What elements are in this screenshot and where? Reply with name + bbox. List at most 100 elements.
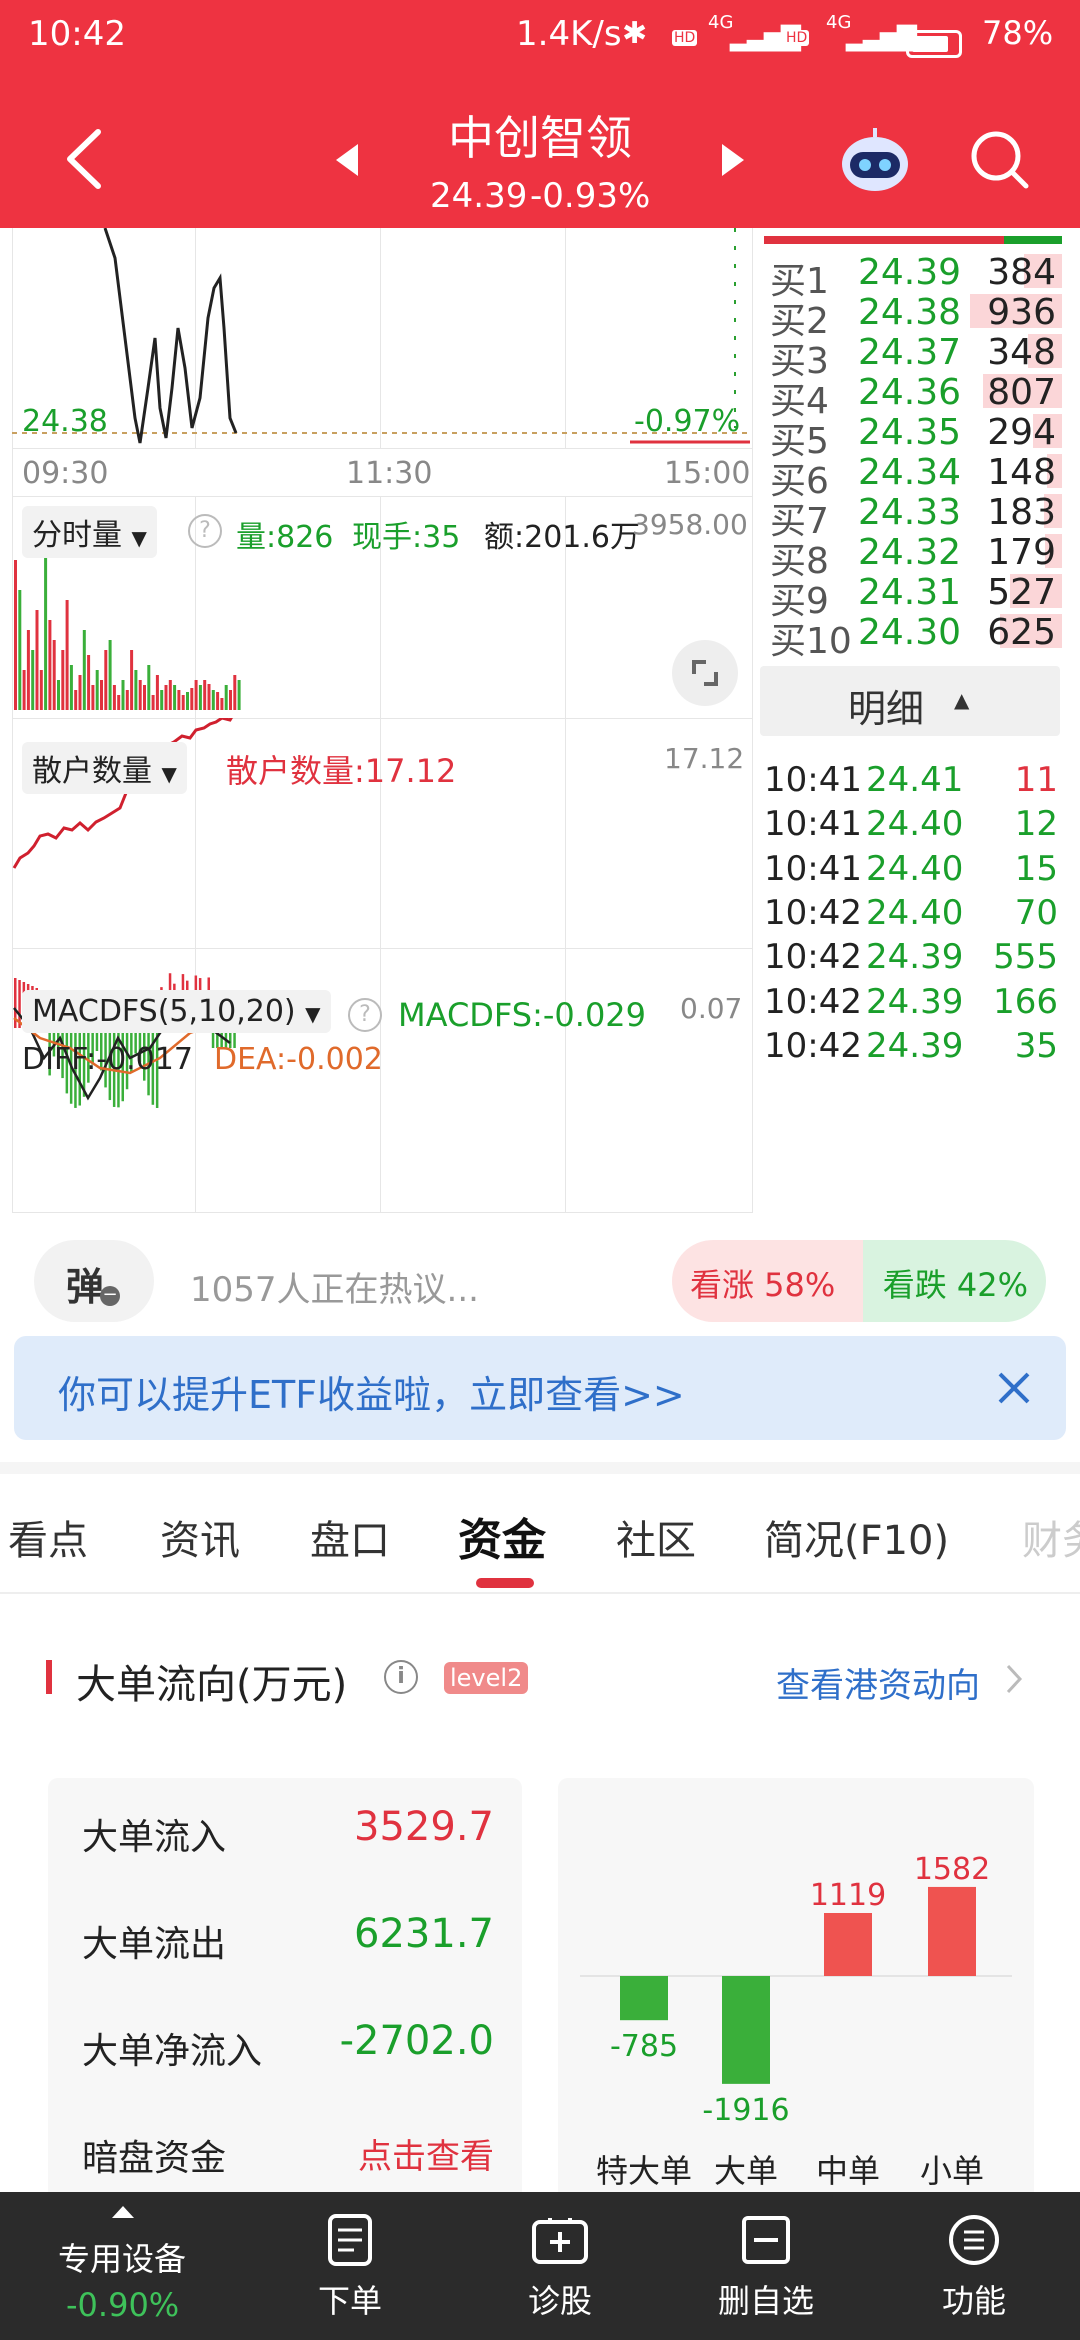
device-label[interactable]: 专用设备 [58, 2234, 186, 2280]
expand-icon [692, 660, 718, 686]
tab-item[interactable]: 社区 [616, 1508, 696, 1566]
price-left-label: 24.38 [22, 404, 108, 439]
prev-stock-icon[interactable] [334, 142, 360, 178]
order-book-row: 买5 24.35 294 [770, 412, 1070, 462]
remove-watchlist-label: 删自选 [717, 2282, 814, 2320]
info-icon[interactable]: i [384, 1660, 418, 1694]
order-nav-button[interactable]: 下单 [310, 2212, 390, 2322]
volume-bar [190, 688, 194, 710]
tick-time: 10:42 [764, 937, 862, 977]
tick-qty: 11 [1014, 760, 1058, 800]
tab-item[interactable]: 资讯 [160, 1508, 240, 1566]
retail-value: 散户数量:17.12 [226, 752, 457, 790]
order-icon [328, 2214, 372, 2266]
signal-icon: ▂▃▅▇ [846, 22, 917, 52]
sentiment-bar[interactable]: 看涨 58% 看跌 42% [672, 1240, 1046, 1322]
search-icon[interactable] [968, 128, 1032, 192]
order-qty: 807 [987, 372, 1056, 413]
expand-chart-button[interactable] [672, 640, 738, 706]
volume-bar [39, 670, 43, 710]
detail-toggle[interactable]: 明细 ▲ [760, 666, 1060, 736]
volume-bar [82, 630, 86, 710]
tick-price: 24.39 [866, 937, 964, 977]
volume-bar [160, 690, 164, 710]
dropdown-icon: ▼ [131, 526, 147, 550]
flow-bar-chart: -785 特大单 -1916 大单 1119 中单 1582 小单 [580, 1852, 1012, 2190]
volume-bar [69, 665, 73, 710]
etf-banner[interactable]: 你可以提升ETF收益啦，立即查看>> [14, 1336, 1066, 1440]
back-icon[interactable] [60, 124, 110, 194]
order-qty: 936 [987, 292, 1056, 333]
help-icon[interactable]: ? [188, 514, 222, 548]
close-icon[interactable] [994, 1368, 1034, 1408]
volume-bar [125, 690, 129, 710]
flow-bar-category: 特大单 [596, 2152, 692, 2190]
volume-bar [14, 560, 17, 710]
volume-bar [173, 685, 177, 710]
order-book-row: 买2 24.38 936 [770, 292, 1070, 342]
volume-bar [104, 650, 108, 710]
bear-vote[interactable]: 看跌 42% [863, 1240, 1046, 1322]
volume-bar [151, 695, 155, 710]
flow-stat-value[interactable]: 点击查看 [358, 2129, 494, 2178]
flow-stat-label: 大单流出 [82, 1924, 227, 1965]
discussion-text[interactable]: 1057人正在热议... [190, 1262, 479, 1311]
order-qty: 148 [987, 452, 1056, 493]
order-price: 24.38 [858, 292, 962, 333]
robot-assistant-icon[interactable] [838, 124, 912, 198]
remove-icon [742, 2216, 790, 2264]
flow-stat-label: 大单净流入 [82, 2031, 263, 2072]
tab-item[interactable]: 看点 [8, 1508, 88, 1566]
volume-indicator-select[interactable]: 分时量 ▼ [22, 506, 157, 558]
order-price: 24.33 [858, 492, 962, 533]
dropdown-icon: ▼ [305, 1002, 321, 1026]
dropdown-icon: ▼ [161, 762, 177, 786]
bull-vote[interactable]: 看涨 58% [672, 1240, 869, 1322]
hd-icon: HD [784, 30, 810, 46]
diagnose-nav-button[interactable]: 诊股 [520, 2212, 600, 2322]
hand-value: 现手:35 [352, 520, 461, 555]
flow-bar [722, 1976, 770, 2084]
help-icon[interactable]: ? [348, 998, 382, 1032]
order-level-label: 买10 [770, 621, 852, 662]
flow-stat-label: 大单流入 [82, 1817, 227, 1858]
flow-bar-value: 1582 [914, 1852, 990, 1887]
device-change: -0.90% [66, 2286, 180, 2324]
tick-time: 10:42 [764, 982, 862, 1022]
volume-bar [57, 680, 60, 710]
expand-up-icon[interactable] [110, 2204, 136, 2220]
order-qty: 179 [987, 532, 1056, 573]
order-book-row: 买4 24.36 807 [770, 372, 1070, 422]
volume-bar [91, 685, 95, 710]
tick-row: 10:42 24.40 70 [760, 893, 1070, 937]
volume-bar [112, 685, 116, 710]
danmaku-button[interactable]: 弹 − [34, 1240, 154, 1322]
tick-row: 10:42 24.39 35 [760, 1026, 1070, 1070]
order-qty: 183 [987, 492, 1056, 533]
stock-price: 24.39 [430, 176, 528, 216]
retail-indicator-select[interactable]: 散户数量 ▼ [22, 742, 187, 794]
tab-item[interactable]: 简况(F10) [764, 1508, 949, 1566]
tab-item[interactable]: 盘口 [310, 1508, 390, 1566]
chevron-right-icon[interactable] [1004, 1662, 1024, 1696]
app-header: 10:42 1.4K/s ✱ HD 4G ▂▃▅▇ HD 4G ▂▃▅▇ 78%… [0, 0, 1080, 228]
remove-watchlist-button[interactable]: 删自选 [716, 2212, 816, 2322]
order-price: 24.35 [858, 412, 962, 453]
macd-indicator-select[interactable]: MACDFS(5,10,20) ▼ [22, 990, 331, 1033]
stock-change: -0.93% [530, 176, 651, 216]
menu-nav-button[interactable]: 功能 [934, 2212, 1014, 2322]
volume-bar [168, 680, 172, 710]
tab-item[interactable]: 资金 [458, 1504, 546, 1568]
flow-bar [928, 1886, 976, 1976]
battery-icon [906, 30, 962, 58]
volume-bar [237, 680, 241, 710]
volume-bar [155, 675, 159, 710]
macd-selector-label: MACDFS(5,10,20) [32, 994, 296, 1029]
tab-item[interactable]: 财务 [1022, 1508, 1080, 1566]
hk-flow-link[interactable]: 查看港资动向 [776, 1658, 980, 1707]
tick-time: 10:41 [764, 849, 862, 889]
volume-selector-label: 分时量 [32, 518, 122, 553]
tick-qty: 35 [1014, 1026, 1058, 1066]
next-stock-icon[interactable] [720, 142, 746, 178]
volume-bar [26, 630, 30, 710]
